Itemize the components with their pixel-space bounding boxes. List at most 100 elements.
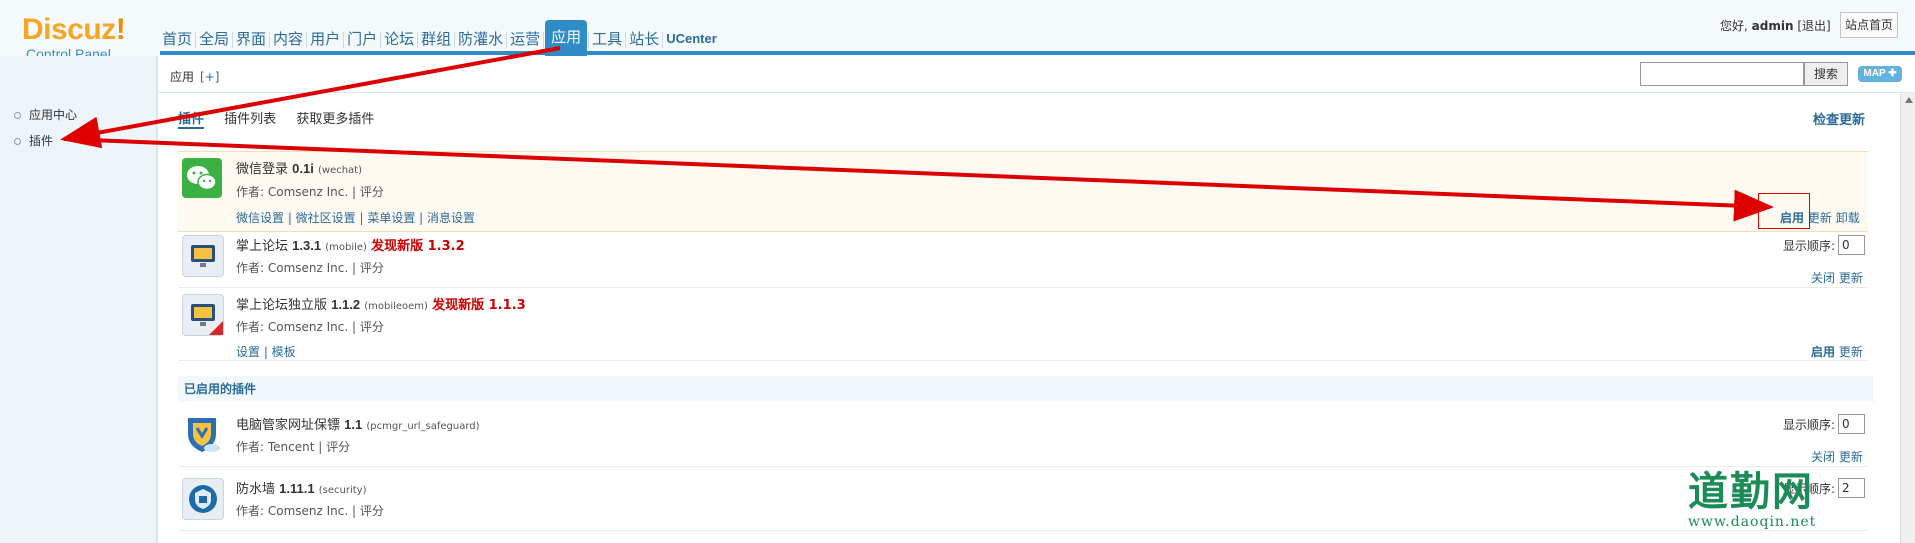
breadcrumb: 应用 [+] (170, 68, 219, 85)
daoqin-watermark: 道勤网 www.daoqin.net (1688, 470, 1816, 530)
new-version-notice[interactable]: 发现新版 1.3.2 (371, 239, 465, 254)
plugin-name: 防水墙 1.11.1 (security) (236, 478, 366, 497)
nav-divider (269, 32, 271, 48)
display-order-input[interactable]: 0 (1838, 414, 1865, 434)
plugin-settings-links[interactable]: 设置 | 模板 (236, 343, 296, 360)
bullet-icon (14, 138, 21, 145)
plugin-actions: 关闭 更新 (1811, 269, 1863, 286)
discuz-logo[interactable]: Discuz! Control Panel (22, 13, 152, 63)
plugin-author: 作者: Comsenz Inc. | 评分 (236, 185, 384, 199)
update-button[interactable]: 更新 (1839, 345, 1863, 359)
main-content: 插件 插件列表 获取更多插件 检查更新 微信登录 0.1i (wechat) 作… (158, 93, 1900, 543)
enable-button[interactable]: 启用 (1811, 345, 1835, 359)
plugin-identifier: (security) (318, 485, 367, 496)
plugin-version: 0.1i (292, 161, 314, 176)
plugin-settings-links[interactable]: 微信设置 | 微社区设置 | 菜单设置 | 消息设置 (236, 209, 475, 226)
plugin-author: 作者: Tencent | 评分 (236, 440, 351, 454)
scroll-up-icon[interactable] (1905, 97, 1913, 103)
nav-divider (506, 32, 508, 48)
new-version-notice[interactable]: 发现新版 1.1.3 (432, 298, 526, 313)
plugin-name: 掌上论坛 1.3.1 (mobile) 发现新版 1.3.2 (236, 235, 465, 254)
bullet-icon (14, 112, 21, 119)
nav-divider (343, 32, 345, 48)
nav-divider (588, 32, 590, 48)
tab-plugin-list[interactable]: 插件列表 (224, 108, 276, 127)
watermark-main: 道勤网 (1688, 469, 1814, 515)
plugin-row-wechat: 微信登录 0.1i (wechat) 作者: Comsenz Inc. | 评分… (178, 151, 1868, 232)
tab-get-more[interactable]: 获取更多插件 (296, 108, 374, 127)
plugin-version: 1.11.1 (279, 481, 315, 496)
display-order-input[interactable]: 0 (1838, 235, 1865, 255)
search-button[interactable]: 搜索 (1804, 62, 1848, 86)
add-shortcut-link[interactable]: [+] (200, 70, 219, 84)
plugin-identifier: (pcmgr_url_safeguard) (366, 421, 480, 432)
annotation-highlight-box (1758, 193, 1810, 229)
nav-divider (306, 32, 308, 48)
plugin-title: 微信登录 (236, 162, 289, 177)
nav-divider (454, 32, 456, 48)
nav-divider (380, 32, 382, 48)
search-input[interactable] (1640, 62, 1804, 86)
monitor-oem-icon (182, 294, 224, 336)
plugin-row-pcmgr: 电脑管家网址保镖 1.1 (pcmgr_url_safeguard) 作者: T… (178, 410, 1868, 467)
plugin-tabs: 插件 插件列表 获取更多插件 (178, 108, 390, 129)
disable-button[interactable]: 关闭 (1811, 271, 1835, 285)
plugin-author: 作者: Comsenz Inc. | 评分 (236, 261, 384, 275)
disable-button[interactable]: 关闭 (1811, 450, 1835, 464)
display-order-label: 显示顺序: (1783, 418, 1836, 432)
plugin-title: 防水墙 (236, 482, 276, 497)
update-button[interactable]: 更新 (1808, 211, 1832, 225)
plugin-actions: 启用 更新 (1811, 343, 1863, 360)
logo-bang: ! (115, 13, 126, 46)
plugin-version: 1.3.1 (292, 238, 322, 253)
wechat-icon (182, 158, 222, 198)
plugin-title: 掌上论坛独立版 (236, 298, 328, 313)
plugin-name: 掌上论坛独立版 1.1.2 (mobileoem) 发现新版 1.1.3 (236, 294, 526, 313)
plugin-version: 1.1.2 (331, 297, 361, 312)
site-home-button[interactable]: 站点首页 (1840, 12, 1898, 38)
plugin-title: 电脑管家网址保镖 (236, 418, 341, 433)
nav-divider (417, 32, 419, 48)
uninstall-button[interactable]: 卸载 (1836, 211, 1860, 225)
plugin-actions: 关闭 更新 (1811, 448, 1863, 465)
monitor-icon (182, 235, 224, 277)
user-info: 您好, admin [退出] (1720, 17, 1831, 34)
nav-divider (543, 32, 545, 48)
tab-plugins[interactable]: 插件 (178, 108, 205, 129)
firewall-icon (182, 478, 224, 520)
check-update-link[interactable]: 检查更新 (1813, 109, 1865, 128)
plugin-author: 作者: Comsenz Inc. | 评分 (236, 504, 384, 518)
update-button[interactable]: 更新 (1839, 450, 1863, 464)
nav-underline-bar (160, 51, 1915, 55)
sub-header: 应用 [+] 搜索 MAP ✚ (158, 58, 1915, 93)
plugin-row-mobile: 掌上论坛 1.3.1 (mobile) 发现新版 1.3.2 作者: Comse… (178, 231, 1868, 288)
plugin-identifier: (mobile) (325, 242, 367, 253)
username: admin (1751, 19, 1794, 33)
plugin-row-security: 防水墙 1.11.1 (security) 作者: Comsenz Inc. |… (178, 474, 1868, 531)
top-header: Discuz! Control Panel 首页 全局 界面 内容 用户 门户 … (0, 0, 1915, 62)
display-order-input[interactable]: 2 (1838, 478, 1865, 498)
nav-divider (232, 32, 234, 48)
sidebar-item-app-center[interactable]: 应用中心 (14, 106, 77, 123)
greeting: 您好, (1720, 19, 1748, 33)
logout-link[interactable]: [退出] (1797, 19, 1830, 33)
sidebar-item-label: 应用中心 (29, 108, 78, 122)
map-button[interactable]: MAP ✚ (1858, 66, 1902, 82)
plugin-name: 微信登录 0.1i (wechat) (236, 158, 362, 177)
plugin-title: 掌上论坛 (236, 239, 289, 254)
shield-icon (182, 414, 222, 454)
plugin-author: 作者: Comsenz Inc. | 评分 (236, 320, 384, 334)
vertical-scrollbar[interactable] (1900, 93, 1915, 543)
sidebar: 应用中心 插件 (0, 56, 158, 543)
nav-divider (625, 32, 627, 48)
update-button[interactable]: 更新 (1839, 271, 1863, 285)
logo-title: Discuz (22, 13, 116, 46)
sidebar-item-plugins[interactable]: 插件 (14, 132, 53, 149)
plugin-row-mobileoem: 掌上论坛独立版 1.1.2 (mobileoem) 发现新版 1.1.3 作者:… (178, 288, 1868, 361)
breadcrumb-current: 应用 (170, 70, 195, 84)
enabled-plugins-heading: 已启用的插件 (178, 376, 1874, 402)
sidebar-item-label: 插件 (29, 134, 54, 148)
display-order-label: 显示顺序: (1783, 239, 1836, 253)
plugin-identifier: (wechat) (317, 165, 363, 176)
plugin-version: 1.1 (344, 417, 363, 432)
